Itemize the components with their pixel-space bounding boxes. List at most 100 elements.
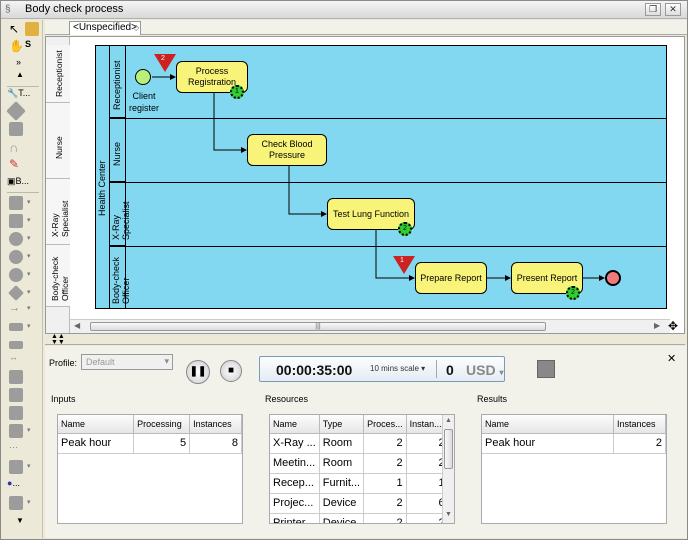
horizontal-scrollbar[interactable]: ◀ ||| ▶: [70, 319, 670, 333]
table-cell[interactable]: Device: [319, 513, 365, 523]
dropdown-arrow-icon[interactable]: ▾: [27, 199, 33, 206]
pointer-icon[interactable]: ↖: [9, 22, 23, 36]
column-header[interactable]: Instances: [613, 415, 666, 434]
column-header[interactable]: Proces...: [363, 415, 407, 434]
pool-icon[interactable]: [9, 323, 23, 331]
close-icon[interactable]: ✕: [665, 3, 681, 16]
table-cell[interactable]: 2: [613, 433, 666, 454]
document-icon[interactable]: [9, 460, 23, 474]
table-cell[interactable]: 2: [363, 493, 407, 514]
dropdown-arrow-icon[interactable]: ▾: [27, 305, 33, 312]
scale-select[interactable]: 10 mins scale ▾: [370, 364, 425, 373]
lane-tab-officer[interactable]: Body-check Officer: [46, 245, 70, 307]
hand-icon[interactable]: ✋: [9, 39, 24, 53]
table-row[interactable]: Projec... Device 2 6: [270, 493, 449, 514]
text-tool[interactable]: 🔧T...: [7, 88, 41, 102]
record-button[interactable]: [537, 360, 555, 378]
table-cell[interactable]: 8: [189, 433, 242, 454]
close-icon[interactable]: ✕: [667, 352, 676, 365]
group-icon[interactable]: [9, 406, 23, 420]
dropdown-arrow-icon[interactable]: ▾: [27, 253, 33, 260]
sequence-flow-icon[interactable]: →: [9, 302, 23, 316]
pan-icon[interactable]: ✥: [668, 319, 678, 333]
scroll-thumb[interactable]: |||: [90, 322, 546, 331]
end-event[interactable]: [605, 270, 621, 286]
lane-tab-nurse[interactable]: Nurse: [46, 103, 70, 179]
table-cell[interactable]: Room: [319, 433, 365, 454]
intermediate-event-icon[interactable]: [9, 250, 23, 264]
tab-unspecified[interactable]: <Unspecified>: [69, 21, 141, 35]
table-cell[interactable]: Device: [319, 493, 365, 514]
table-row[interactable]: Peak hour 5 8: [58, 433, 242, 454]
table-row[interactable]: Peak hour 2: [482, 433, 666, 454]
diagram-canvas[interactable]: Receptionist Nurse X-Ray Specialist Body…: [45, 36, 685, 334]
snap-icon[interactable]: S: [25, 39, 39, 53]
dropdown-arrow-icon[interactable]: ▾: [27, 463, 33, 470]
panel-splitter[interactable]: ▲▲ ▼▼: [45, 333, 685, 346]
table-cell[interactable]: Peak hour: [482, 433, 615, 454]
eraser-icon[interactable]: [6, 101, 26, 121]
stamp-icon[interactable]: [9, 122, 23, 136]
table-cell[interactable]: 1: [363, 473, 407, 494]
table-cell[interactable]: 2: [363, 453, 407, 474]
column-header[interactable]: Processing: [133, 415, 191, 434]
table-cell[interactable]: 2: [363, 433, 407, 454]
task-check-blood-pressure[interactable]: Check Blood Pressure: [247, 134, 327, 166]
flow-line[interactable]: [288, 166, 327, 217]
dropdown-arrow-icon[interactable]: ▾: [27, 289, 33, 296]
resources-vertical-scrollbar[interactable]: ▲ ▼: [442, 415, 454, 523]
bpmn-tool[interactable]: ▣B...: [7, 176, 41, 190]
end-event-icon[interactable]: [9, 268, 23, 282]
column-header[interactable]: Name: [58, 415, 135, 434]
table-row[interactable]: X-Ray ... Room 2 2: [270, 433, 449, 454]
lane-tab-receptionist[interactable]: Receptionist: [46, 45, 70, 103]
dropdown-arrow-icon[interactable]: ▾: [27, 235, 33, 242]
dropdown-arrow-icon[interactable]: ▾: [27, 271, 33, 278]
pen-icon[interactable]: ✎: [9, 157, 23, 171]
pause-button[interactable]: ❚❚: [186, 360, 210, 384]
dropdown-arrow-icon[interactable]: ▾: [27, 499, 33, 506]
data-object-icon[interactable]: [9, 370, 23, 384]
data-store-icon[interactable]: [9, 388, 23, 402]
health-center-pool[interactable]: Health Center Receptionist Nurse X-Ray S…: [95, 45, 667, 309]
more-tools[interactable]: ●...: [7, 478, 41, 492]
table-cell[interactable]: Room: [319, 453, 365, 474]
column-header[interactable]: Name: [482, 415, 615, 434]
column-header[interactable]: Type: [319, 415, 365, 434]
table-cell[interactable]: Furnit...: [319, 473, 365, 494]
gateway-icon[interactable]: [8, 285, 24, 301]
table-cell[interactable]: Projec...: [270, 493, 320, 514]
table-cell[interactable]: X-Ray ...: [270, 433, 320, 454]
dropdown-arrow-icon[interactable]: ▾: [27, 323, 33, 330]
scroll-thumb[interactable]: [444, 429, 453, 469]
collapse-down-icon[interactable]: ▼: [16, 516, 30, 530]
folder-icon[interactable]: [9, 496, 23, 510]
dropdown-arrow-icon[interactable]: ▾: [27, 427, 33, 434]
message-flow-icon[interactable]: ↔: [9, 352, 23, 366]
stop-button[interactable]: ■: [220, 360, 242, 382]
table-cell[interactable]: 2: [363, 513, 407, 523]
scroll-right-icon[interactable]: ▶: [654, 321, 660, 330]
profile-select[interactable]: Default ▾: [81, 354, 173, 370]
table-row[interactable]: Printer Device 2 2: [270, 513, 449, 523]
table-cell[interactable]: Peak hour: [58, 433, 135, 454]
inputs-table[interactable]: Name Processing Instances Peak hour 5 8: [57, 414, 243, 524]
expand-icon[interactable]: »: [16, 57, 30, 71]
task-prepare-report[interactable]: Prepare Report: [415, 262, 487, 294]
table-cell[interactable]: Meetin...: [270, 453, 320, 474]
association-icon[interactable]: ⋯: [9, 442, 23, 456]
resources-table[interactable]: Name Type Proces... Instan... X-Ray ... …: [269, 414, 455, 524]
lane-tab-xray[interactable]: X-Ray Specialist: [46, 179, 70, 245]
column-header[interactable]: Instances: [189, 415, 242, 434]
scroll-left-icon[interactable]: ◀: [74, 321, 80, 330]
start-event-icon[interactable]: [9, 232, 23, 246]
column-header[interactable]: Name: [270, 415, 320, 434]
table-row[interactable]: Meetin... Room 2 2: [270, 453, 449, 474]
currency-select[interactable]: USD ▾: [466, 362, 503, 378]
table-cell[interactable]: 5: [133, 433, 191, 454]
tab-menu-icon[interactable]: ◇: [133, 23, 139, 32]
table-cell[interactable]: Printer: [270, 513, 320, 523]
dropdown-arrow-icon[interactable]: ▾: [27, 217, 33, 224]
lock-icon[interactable]: [25, 22, 39, 36]
start-event[interactable]: [135, 69, 151, 85]
